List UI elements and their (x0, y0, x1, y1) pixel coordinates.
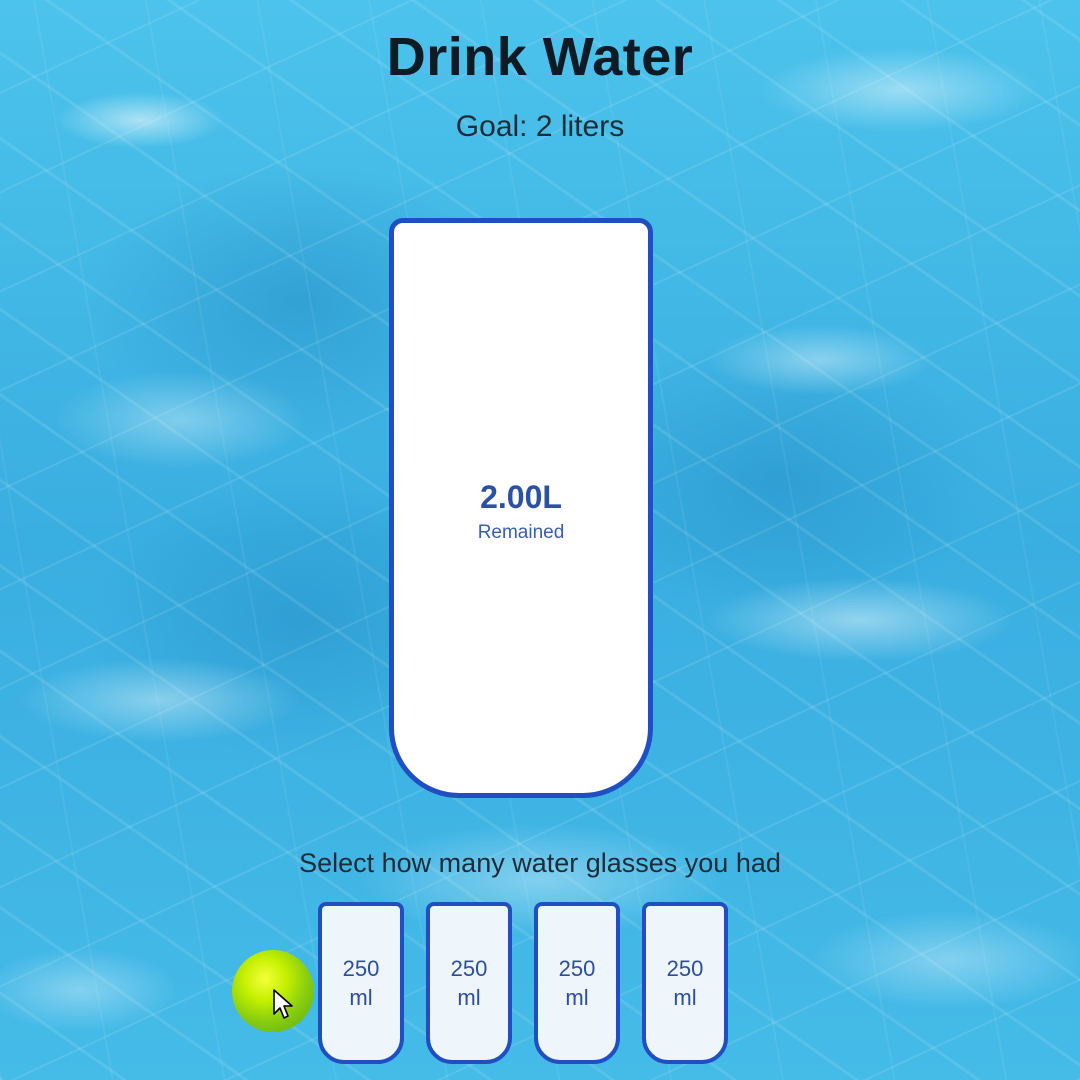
remained-block: 2.00L Remained (394, 479, 648, 544)
small-cup-label: 250 ml (342, 956, 380, 1010)
small-cup-label: 250 ml (450, 956, 488, 1010)
small-cup-4[interactable]: 250 ml (642, 902, 728, 1064)
goal-text: Goal: 2 liters (455, 110, 625, 143)
small-cup-1[interactable]: 250 ml (318, 902, 404, 1064)
small-cup-label: 250 ml (558, 956, 596, 1010)
page-title: Drink Water (386, 27, 694, 87)
small-cup-2[interactable]: 250 ml (426, 902, 512, 1064)
big-cup: 2.00L Remained (389, 218, 653, 798)
small-cup-label: 250 ml (666, 956, 704, 1010)
small-cups-row: 250 ml 250 ml 250 ml 250 ml (318, 902, 728, 1064)
remaining-liters: 2.00L (480, 479, 562, 515)
instruction-text: Select how many water glasses you had (299, 848, 781, 878)
arrow-cursor-icon (273, 989, 293, 1019)
remained-label: Remained (477, 522, 565, 543)
small-cup-3[interactable]: 250 ml (534, 902, 620, 1064)
